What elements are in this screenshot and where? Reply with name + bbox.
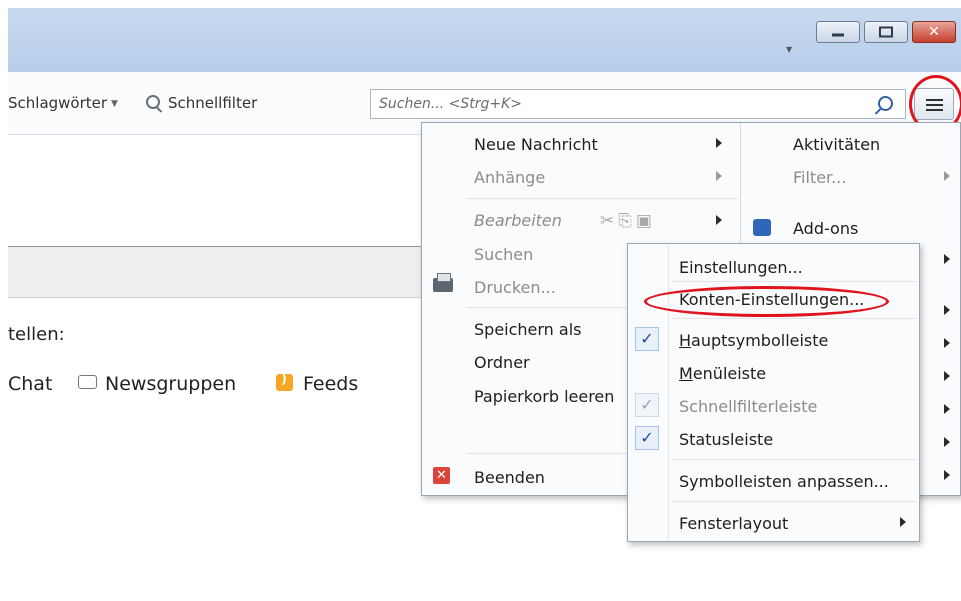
- close-button[interactable]: ✕: [912, 21, 956, 43]
- magnifier-icon: [146, 95, 160, 109]
- accesskey-letter: H: [679, 331, 692, 350]
- submenu-arrow-icon: [716, 171, 722, 181]
- minimize-icon: [832, 33, 844, 37]
- submenu-item-main-toolbar[interactable]: Hauptsymbolleiste: [679, 331, 828, 350]
- menu-separator: [672, 281, 916, 282]
- menu-item-edit[interactable]: Bearbeiten: [474, 211, 562, 230]
- newsgroup-icon: [78, 375, 97, 389]
- submenu-arrow-icon: [944, 437, 950, 447]
- menu-separator: [672, 501, 916, 502]
- maximize-icon: [879, 26, 893, 38]
- submenu-item-menu-bar[interactable]: Menüleiste: [679, 364, 766, 383]
- submenu-item-quick-filter-bar[interactable]: Schnellfilterleiste: [679, 397, 817, 416]
- menu-separator: [672, 459, 916, 460]
- submenu-arrow-icon: [716, 215, 722, 225]
- newsgroups-link-label: Newsgruppen: [105, 373, 237, 395]
- submenu-item-label: auptsymbolleiste: [691, 331, 829, 350]
- search-input[interactable]: Suchen... <Strg+K>: [370, 89, 906, 119]
- accesskey-letter: M: [679, 364, 693, 383]
- feeds-link-label: Feeds: [303, 373, 359, 395]
- checkmark-icon: ✓: [635, 327, 659, 351]
- rss-icon: [276, 372, 293, 391]
- printer-icon: [433, 273, 453, 292]
- search-placeholder: Suchen... <Strg+K>: [379, 96, 523, 112]
- maximize-button[interactable]: [864, 21, 908, 43]
- submenu-arrow-icon: [944, 470, 950, 480]
- checkmark-icon: ✓: [635, 393, 659, 417]
- setup-heading: tellen:: [8, 324, 65, 345]
- quick-filter-button[interactable]: Schnellfilter: [146, 94, 257, 112]
- menu-item-save-as[interactable]: Speichern als: [474, 320, 582, 339]
- menu-item-addons[interactable]: Add-ons: [793, 219, 858, 238]
- submenu-item-status-bar[interactable]: Statusleiste: [679, 430, 773, 449]
- quick-filter-label: Schnellfilter: [168, 94, 258, 112]
- close-icon: ✕: [928, 24, 940, 40]
- menu-item-new-message[interactable]: Neue Nachricht: [474, 135, 598, 154]
- preferences-submenu: Einstellungen... Konten-Einstellungen...…: [627, 243, 920, 542]
- menu-item-attachments[interactable]: Anhänge: [474, 168, 545, 187]
- menu-item-empty-trash[interactable]: Papierkorb leeren: [474, 387, 614, 406]
- newsgroups-link[interactable]: Newsgruppen: [78, 373, 236, 395]
- minimize-button[interactable]: [816, 21, 860, 43]
- quit-icon: ✕: [433, 467, 450, 484]
- submenu-item-customize-toolbars[interactable]: Symbolleisten anpassen...: [679, 472, 889, 491]
- submenu-gutter: [668, 244, 669, 541]
- submenu-arrow-icon: [944, 404, 950, 414]
- submenu-item-label: enüleiste: [692, 364, 767, 383]
- menu-item-activities[interactable]: Aktivitäten: [793, 135, 880, 154]
- submenu-arrow-icon: [900, 517, 906, 527]
- tag-filter-button[interactable]: Schlagwörter ▼: [8, 94, 118, 112]
- tag-filter-label: Schlagwörter: [8, 94, 108, 112]
- chat-link-label: Chat: [8, 373, 53, 395]
- chat-link[interactable]: Chat: [8, 373, 52, 395]
- menu-item-filters[interactable]: Filter...: [793, 168, 846, 187]
- submenu-arrow-icon: [944, 171, 950, 181]
- menu-separator: [672, 318, 916, 319]
- title-menu-chevron-icon[interactable]: ▼: [786, 45, 792, 54]
- menu-item-print[interactable]: Drucken...: [474, 278, 556, 297]
- menu-item-folder[interactable]: Ordner: [474, 353, 530, 372]
- annotation-ring-account-settings: [644, 286, 889, 317]
- checkmark-icon: ✓: [635, 426, 659, 450]
- submenu-arrow-icon: [944, 254, 950, 264]
- puzzle-icon: [753, 219, 771, 236]
- title-bar: ▼ ✕: [8, 8, 961, 72]
- submenu-arrow-icon: [944, 371, 950, 381]
- menu-item-search[interactable]: Suchen: [474, 245, 533, 264]
- chevron-down-icon: ▼: [111, 99, 118, 109]
- submenu-arrow-icon: [944, 305, 950, 315]
- submenu-item-preferences[interactable]: Einstellungen...: [679, 258, 803, 277]
- search-icon[interactable]: [878, 96, 893, 111]
- submenu-arrow-icon: [716, 138, 722, 148]
- edit-cut-copy-paste-icons: ✂⎘▣: [600, 211, 656, 231]
- submenu-arrow-icon: [944, 338, 950, 348]
- menu-separator: [466, 198, 738, 199]
- submenu-item-window-layout[interactable]: Fensterlayout: [679, 514, 788, 533]
- feeds-link[interactable]: Feeds: [276, 372, 359, 395]
- menu-item-quit[interactable]: Beenden: [474, 468, 545, 487]
